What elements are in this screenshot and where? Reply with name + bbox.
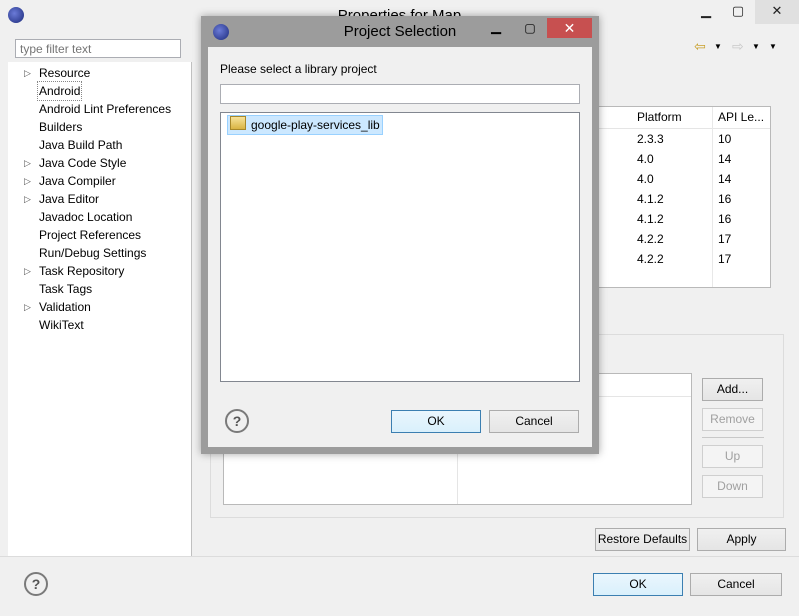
tree-item-label: Javadoc Location <box>39 210 133 224</box>
column-divider <box>712 107 713 287</box>
tree-item-label: Run/Debug Settings <box>39 246 147 260</box>
dialog-prompt: Please select a library project <box>220 62 377 76</box>
library-project-list[interactable]: google-play-services_lib <box>220 112 580 382</box>
table-cell-api-level: 10 <box>718 132 732 146</box>
library-filter-input[interactable] <box>220 84 580 104</box>
tree-item[interactable]: Android Lint Preferences <box>8 100 191 118</box>
table-cell-api-level: 17 <box>718 232 732 246</box>
tree-item[interactable]: ▷ Validation <box>8 298 191 316</box>
up-library-button[interactable]: Up <box>702 445 763 468</box>
tree-item-label: Java Code Style <box>39 156 127 170</box>
tree-item[interactable]: Builders <box>8 118 191 136</box>
dialog-minimize-button[interactable]: ▁ <box>483 18 509 38</box>
tree-item-label: Task Repository <box>39 264 125 278</box>
tree-item-label: Android <box>36 81 83 101</box>
dialog-maximize-button[interactable]: ▢ <box>517 18 543 38</box>
tree-item[interactable]: ▷ Java Editor <box>8 190 191 208</box>
back-arrow-icon[interactable]: ⇦ <box>694 38 706 55</box>
list-item[interactable]: google-play-services_lib <box>227 115 383 135</box>
build-target-table[interactable]: Platform API Le... 2.3.3 10 4.0 14 4.0 14 4.1.… <box>598 106 771 288</box>
table-cell-platform: 2.3.3 <box>637 132 664 146</box>
down-library-button[interactable]: Down <box>702 475 763 498</box>
expand-arrow-icon[interactable]: ▷ <box>24 190 31 208</box>
dialog-ok-button[interactable]: OK <box>391 410 481 433</box>
expand-arrow-icon[interactable]: ▷ <box>24 262 31 280</box>
tree-item-label: Java Editor <box>39 192 100 206</box>
dialog-body: Please select a library project google-p… <box>208 47 592 447</box>
tree-item-label: WikiText <box>39 318 84 332</box>
main-help-icon[interactable]: ? <box>24 572 48 596</box>
tree-item[interactable]: Project References <box>8 226 191 244</box>
tree-item-label: Task Tags <box>39 282 93 296</box>
table-cell-platform: 4.0 <box>637 152 654 166</box>
expand-arrow-icon[interactable]: ▷ <box>24 298 31 316</box>
tree-item[interactable]: Android <box>8 81 191 101</box>
tree-item[interactable]: ▷ Task Repository <box>8 262 191 280</box>
main-maximize-button[interactable]: ▢ <box>722 0 754 24</box>
tree-item[interactable]: Javadoc Location <box>8 208 191 226</box>
tree-item-label: Project References <box>39 228 142 242</box>
table-cell-api-level: 16 <box>718 192 732 206</box>
restore-defaults-button[interactable]: Restore Defaults <box>595 528 690 551</box>
tree-item-label: Builders <box>39 120 83 134</box>
expand-arrow-icon[interactable]: ▷ <box>24 154 31 172</box>
tree-item-label: Validation <box>39 300 91 314</box>
table-cell-api-level: 17 <box>718 252 732 266</box>
project-selection-dialog: Project Selection ▁ ▢ ✕ Please select a … <box>201 16 599 454</box>
table-cell-platform: 4.2.2 <box>637 232 664 246</box>
tree-item-label: Resource <box>39 66 91 80</box>
table-cell-api-level: 14 <box>718 172 732 186</box>
main-close-button[interactable]: ✕ <box>755 0 799 24</box>
tree-item[interactable]: Task Tags <box>8 280 191 298</box>
main-ok-button[interactable]: OK <box>593 573 683 596</box>
tree-item[interactable]: ▷ Java Compiler <box>8 172 191 190</box>
back-dropdown-icon[interactable]: ▼ <box>714 42 722 51</box>
expand-arrow-icon[interactable]: ▷ <box>24 172 31 190</box>
dialog-help-icon[interactable]: ? <box>225 409 249 433</box>
column-header-platform[interactable]: Platform <box>599 107 713 129</box>
tree-item[interactable]: Run/Debug Settings <box>8 244 191 262</box>
table-cell-api-level: 16 <box>718 212 732 226</box>
button-separator <box>702 437 764 438</box>
preference-tree: ▷ Resource Android Android Lint Preferences… <box>8 62 192 556</box>
table-cell-platform: 4.1.2 <box>637 212 664 226</box>
tree-item[interactable]: WikiText <box>8 316 191 334</box>
tree-item-label: Java Build Path <box>39 138 123 152</box>
table-cell-platform: 4.1.2 <box>637 192 664 206</box>
dialog-close-button[interactable]: ✕ <box>547 18 592 38</box>
column-header-api-level[interactable]: API Le... <box>713 107 770 129</box>
bottom-separator <box>0 556 799 557</box>
dialog-title-bar[interactable]: Project Selection ▁ ▢ ✕ <box>201 16 599 47</box>
view-menu-icon[interactable]: ▼ <box>769 42 777 51</box>
list-item-label: google-play-services_lib <box>251 118 380 132</box>
tree-item-label: Java Compiler <box>39 174 116 188</box>
filter-input[interactable] <box>15 39 181 58</box>
table-cell-platform: 4.0 <box>637 172 654 186</box>
project-folder-icon <box>230 116 246 130</box>
main-cancel-button[interactable]: Cancel <box>690 573 782 596</box>
tree-item[interactable]: ▷ Resource <box>8 64 191 82</box>
tree-item[interactable]: ▷ Java Code Style <box>8 154 191 172</box>
main-minimize-button[interactable]: ▁ <box>690 0 722 24</box>
tree-item-label: Android Lint Preferences <box>39 102 172 116</box>
expand-arrow-icon[interactable]: ▷ <box>24 64 31 82</box>
dialog-cancel-button[interactable]: Cancel <box>489 410 579 433</box>
apply-button[interactable]: Apply <box>697 528 786 551</box>
forward-dropdown-icon[interactable]: ▼ <box>752 42 760 51</box>
remove-library-button[interactable]: Remove <box>702 408 763 431</box>
forward-arrow-icon[interactable]: ⇨ <box>732 38 744 55</box>
tree-item[interactable]: Java Build Path <box>8 136 191 154</box>
add-library-button[interactable]: Add... <box>702 378 763 401</box>
table-cell-platform: 4.2.2 <box>637 252 664 266</box>
table-cell-api-level: 14 <box>718 152 732 166</box>
